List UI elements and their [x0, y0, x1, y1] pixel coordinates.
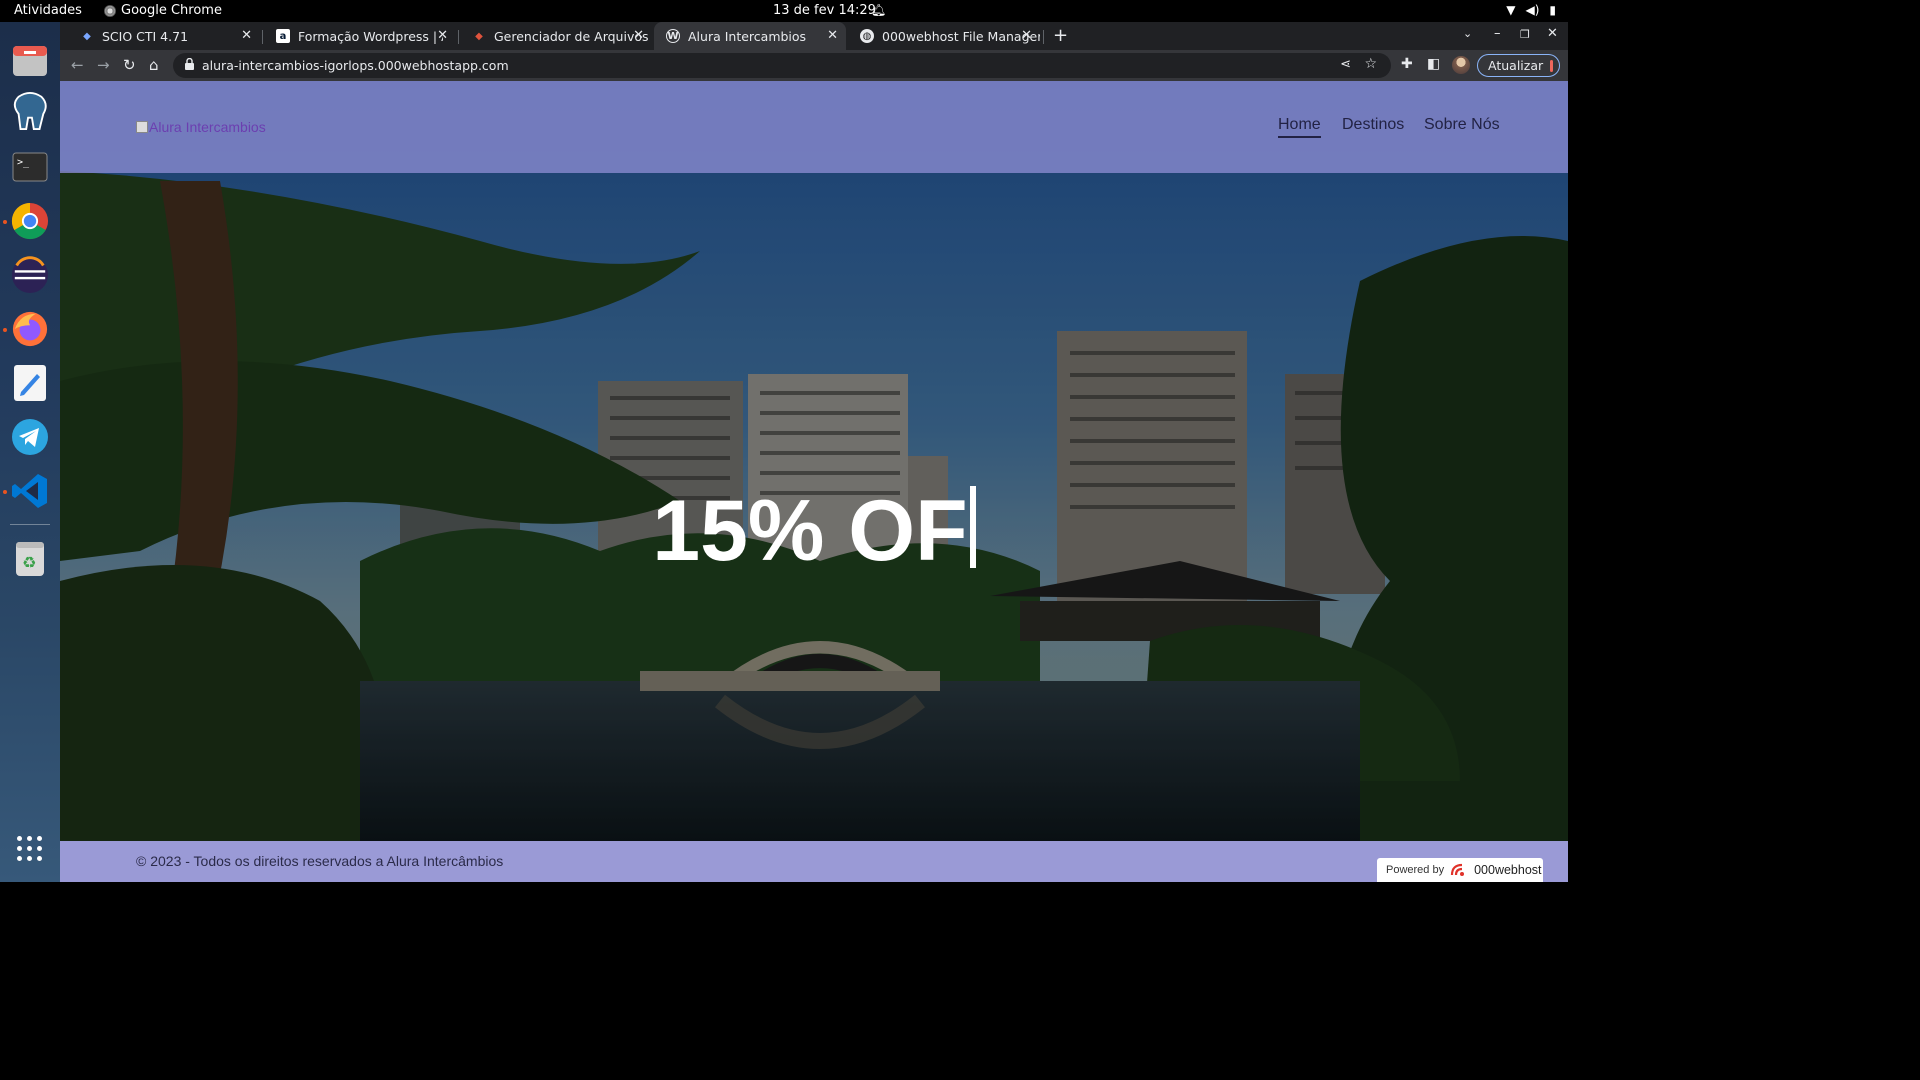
promo-headline: 15% OF: [60, 481, 1568, 581]
home-icon[interactable]: ⌂: [149, 56, 159, 74]
web-page-viewport: Alura Intercambios Home Destinos Sobre N…: [60, 81, 1568, 882]
site-header: Alura Intercambios Home Destinos Sobre N…: [60, 81, 1568, 173]
wordpress-favicon-icon: W: [666, 29, 680, 43]
site-logo-broken-image[interactable]: Alura Intercambios: [136, 119, 266, 135]
nav-sobre-nos[interactable]: Sobre Nós: [1424, 116, 1500, 134]
firefox-icon[interactable]: [11, 310, 49, 348]
copyright-text: © 2023 - Todos os direitos reservados a …: [136, 853, 504, 869]
vscode-icon[interactable]: [11, 472, 49, 510]
powered-by-badge[interactable]: Powered by 000webhost: [1377, 858, 1543, 882]
activities-button[interactable]: Atividades: [14, 3, 82, 18]
bookmark-star-icon[interactable]: ☆: [1364, 56, 1377, 72]
close-icon[interactable]: ✕: [827, 28, 838, 43]
nav-home[interactable]: Home: [1278, 116, 1321, 138]
files-icon[interactable]: [11, 42, 49, 80]
file-manager-favicon-icon: ◆: [475, 30, 483, 42]
running-indicator: [3, 328, 7, 332]
tab-search-chevron-icon[interactable]: ⌄: [1463, 27, 1472, 40]
browser-toolbar: ← → ↻ ⌂ alura-intercambios-igorlops.000w…: [60, 50, 1568, 81]
telegram-icon[interactable]: [11, 418, 49, 456]
scio-favicon-icon: ◆: [83, 30, 91, 42]
alura-favicon-icon: a: [276, 29, 290, 43]
close-icon[interactable]: ✕: [1021, 28, 1032, 43]
chrome-small-icon: [104, 4, 116, 17]
running-indicator: [3, 490, 7, 494]
url-text: alura-intercambios-igorlops.000webhostap…: [202, 58, 509, 73]
promo-text: 15% OF: [652, 483, 968, 579]
lock-icon: [185, 58, 194, 70]
wifi-icon: ▼: [1506, 3, 1516, 17]
volume-icon: ◀): [1525, 3, 1540, 17]
postgres-elephant-icon[interactable]: [11, 92, 49, 130]
powered-by-label: Powered by: [1386, 864, 1445, 876]
tab-separator: [458, 30, 459, 44]
globe-favicon-icon: ◍: [860, 29, 874, 43]
address-bar[interactable]: alura-intercambios-igorlops.000webhostap…: [173, 53, 1391, 78]
typing-cursor: [969, 486, 976, 568]
running-indicator: [3, 220, 7, 224]
os-top-bar: Atividades Google Chrome 13 de fev 14:29…: [0, 0, 1568, 22]
tab-formacao-wordpress[interactable]: a Formação Wordpress | Al ✕: [264, 22, 456, 50]
hero-background-image: [60, 81, 1568, 841]
app-menu[interactable]: Google Chrome: [104, 3, 222, 18]
eclipse-icon[interactable]: [11, 256, 49, 294]
system-tray[interactable]: ▼ ◀) ▮: [1506, 3, 1556, 17]
site-footer: © 2023 - Todos os direitos reservados a …: [60, 841, 1568, 882]
window-close-icon[interactable]: ✕: [1547, 26, 1558, 41]
trash-icon[interactable]: ♻: [11, 540, 49, 578]
dock-separator: [10, 524, 50, 525]
side-panel-icon[interactable]: ◧: [1427, 56, 1440, 72]
bell-icon: 🔔︎: [871, 3, 887, 17]
tab-alura-intercambios[interactable]: W Alura Intercambios ✕: [654, 22, 846, 50]
new-tab-plus-icon[interactable]: +: [1053, 25, 1068, 46]
extensions-puzzle-icon[interactable]: ✚: [1401, 56, 1413, 72]
tab-label: Gerenciador de Arquivos: [494, 28, 649, 44]
profile-avatar[interactable]: [1452, 56, 1470, 74]
app-name: Google Chrome: [121, 3, 222, 18]
clock[interactable]: 13 de fev 14:29: [773, 3, 876, 18]
tab-gerenciador-arquivos[interactable]: ◆ Gerenciador de Arquivos ✕: [460, 22, 652, 50]
minimize-icon[interactable]: –: [1494, 26, 1501, 41]
tab-scio[interactable]: ◆ SCIO CTI 4.71 ✕: [68, 22, 260, 50]
back-arrow-icon[interactable]: ←: [71, 56, 84, 74]
battery-icon: ▮: [1549, 3, 1556, 17]
logo-alt-text: Alura Intercambios: [149, 119, 266, 135]
close-icon[interactable]: ✕: [437, 28, 448, 43]
chrome-icon[interactable]: [11, 202, 49, 240]
tab-label: Formação Wordpress | Al: [298, 28, 443, 44]
svg-text:>_: >_: [17, 157, 30, 168]
close-icon[interactable]: ✕: [241, 28, 252, 43]
browser-tab-strip: ◆ SCIO CTI 4.71 ✕ a Formação Wordpress |…: [60, 22, 1568, 50]
svg-text:♻: ♻: [22, 553, 36, 572]
broken-image-icon: [136, 121, 148, 133]
tab-separator: [262, 30, 263, 44]
000webhost-logo-icon: [1450, 863, 1465, 876]
terminal-icon[interactable]: >_: [11, 148, 49, 186]
forward-arrow-icon[interactable]: →: [97, 56, 110, 74]
tab-000webhost-file-manager[interactable]: ◍ 000webhost File Manager ✕: [848, 22, 1040, 50]
tab-label: SCIO CTI 4.71: [102, 28, 189, 44]
restore-icon[interactable]: ❐: [1520, 28, 1530, 41]
dock: >_ ♻: [0, 22, 60, 882]
tab-label: 000webhost File Manager: [882, 28, 1040, 44]
share-icon[interactable]: ⋖: [1340, 57, 1351, 72]
update-button[interactable]: Atualizar: [1477, 54, 1560, 77]
close-icon[interactable]: ✕: [633, 28, 644, 43]
tab-separator: [1043, 30, 1044, 44]
show-apps-grid-icon[interactable]: [17, 836, 43, 862]
host-brand: 000webhost: [1474, 863, 1542, 877]
nav-destinos[interactable]: Destinos: [1342, 116, 1404, 134]
reload-icon[interactable]: ↻: [123, 56, 136, 74]
japanese-garden-scene: [60, 81, 1568, 841]
text-editor-icon[interactable]: [11, 364, 49, 402]
tab-label: Alura Intercambios: [688, 28, 807, 44]
